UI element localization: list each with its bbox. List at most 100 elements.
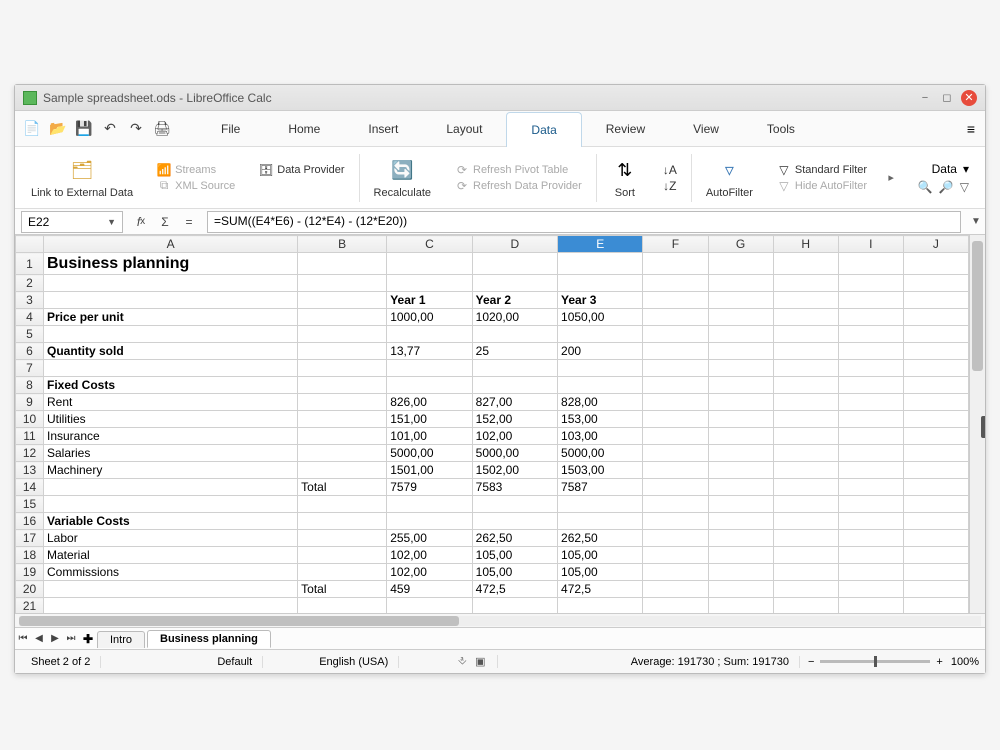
cell[interactable] [773, 326, 838, 343]
ribbon-link-to-external-data[interactable]: 🗂 Link to External Data [21, 147, 143, 208]
cell[interactable] [298, 462, 387, 479]
cell[interactable]: 103,00 [558, 428, 643, 445]
cell[interactable] [298, 530, 387, 547]
row-header[interactable]: 19 [16, 564, 44, 581]
cell[interactable] [708, 360, 773, 377]
cell[interactable] [838, 292, 903, 309]
status-style[interactable]: Default [207, 656, 263, 668]
ribbon-sort-asc[interactable]: ↓A [663, 163, 677, 177]
cell[interactable]: Year 1 [387, 292, 472, 309]
cell[interactable] [387, 513, 472, 530]
cell[interactable] [558, 253, 643, 275]
cell[interactable] [903, 394, 968, 411]
sheet-tab[interactable]: Intro [97, 631, 145, 648]
column-header[interactable]: E [558, 236, 643, 253]
cell[interactable]: 5000,00 [558, 445, 643, 462]
menu-tab-home[interactable]: Home [264, 111, 344, 146]
cell[interactable] [708, 496, 773, 513]
row-header[interactable]: 18 [16, 547, 44, 564]
cell[interactable] [708, 428, 773, 445]
cell[interactable] [643, 326, 708, 343]
ribbon-data-provider[interactable]: 🗄Data Provider [259, 163, 344, 177]
cell[interactable]: 151,00 [387, 411, 472, 428]
cell[interactable]: 102,00 [472, 428, 557, 445]
select-all-corner[interactable] [16, 236, 44, 253]
new-doc-icon[interactable]: 📄 [21, 118, 43, 140]
cell[interactable]: 105,00 [472, 547, 557, 564]
cell[interactable]: 1050,00 [558, 309, 643, 326]
cell[interactable] [643, 377, 708, 394]
cell[interactable] [903, 445, 968, 462]
zoom-percent[interactable]: 100% [951, 656, 979, 668]
hamburger-menu-icon[interactable]: ≡ [963, 121, 979, 137]
cell[interactable]: Total [298, 479, 387, 496]
cell[interactable]: Year 3 [558, 292, 643, 309]
cell[interactable]: 13,77 [387, 343, 472, 360]
cell[interactable]: 472,5 [558, 581, 643, 598]
cell[interactable] [643, 598, 708, 614]
cell[interactable]: 1503,00 [558, 462, 643, 479]
cell[interactable] [903, 275, 968, 292]
cell[interactable] [838, 530, 903, 547]
cell[interactable] [44, 275, 298, 292]
cell[interactable] [472, 253, 557, 275]
row-header[interactable]: 7 [16, 360, 44, 377]
cell[interactable] [387, 326, 472, 343]
cell[interactable] [298, 564, 387, 581]
cell[interactable] [298, 377, 387, 394]
cell[interactable] [387, 360, 472, 377]
cell[interactable] [298, 547, 387, 564]
column-header[interactable]: F [643, 236, 708, 253]
cell[interactable] [708, 309, 773, 326]
cell[interactable]: 102,00 [387, 547, 472, 564]
cell[interactable]: 5000,00 [387, 445, 472, 462]
cell[interactable] [838, 253, 903, 275]
cell[interactable] [387, 496, 472, 513]
cell[interactable] [838, 462, 903, 479]
cell[interactable]: 105,00 [472, 564, 557, 581]
cell[interactable] [708, 462, 773, 479]
formula-input[interactable]: =SUM((E4*E6) - (12*E4) - (12*E20)) [207, 211, 961, 233]
cell[interactable]: 105,00 [558, 564, 643, 581]
cell[interactable] [472, 377, 557, 394]
cell[interactable] [708, 547, 773, 564]
cell[interactable] [708, 530, 773, 547]
cell[interactable]: 1502,00 [472, 462, 557, 479]
cell[interactable]: Commissions [44, 564, 298, 581]
column-header[interactable]: I [838, 236, 903, 253]
cell[interactable] [903, 564, 968, 581]
redo-icon[interactable]: ↷ [125, 118, 147, 140]
row-header[interactable]: 20 [16, 581, 44, 598]
new-sheet-button[interactable]: ✚ [79, 632, 97, 646]
row-header[interactable]: 8 [16, 377, 44, 394]
cell[interactable] [773, 428, 838, 445]
cell[interactable]: Salaries [44, 445, 298, 462]
ribbon-group-dropdown[interactable]: Data▾ [932, 162, 969, 176]
cell[interactable] [773, 530, 838, 547]
cell[interactable]: 152,00 [472, 411, 557, 428]
cell[interactable] [773, 513, 838, 530]
ribbon-recalculate[interactable]: 🔄 Recalculate [364, 147, 441, 208]
cell[interactable] [643, 547, 708, 564]
row-header[interactable]: 21 [16, 598, 44, 614]
column-header[interactable]: C [387, 236, 472, 253]
column-header[interactable]: B [298, 236, 387, 253]
cell[interactable] [773, 343, 838, 360]
cell[interactable] [643, 292, 708, 309]
zoom-out-button[interactable]: − [808, 656, 814, 668]
cell[interactable] [903, 547, 968, 564]
row-header[interactable]: 4 [16, 309, 44, 326]
cell[interactable]: Fixed Costs [44, 377, 298, 394]
row-header[interactable]: 12 [16, 445, 44, 462]
tab-prev-icon[interactable]: ◀ [31, 633, 47, 644]
cell[interactable]: 101,00 [387, 428, 472, 445]
cell[interactable] [773, 360, 838, 377]
sum-button[interactable]: Σ [153, 211, 177, 233]
open-icon[interactable]: 📂 [47, 118, 69, 140]
cell[interactable] [838, 547, 903, 564]
cell[interactable] [708, 326, 773, 343]
cell[interactable] [773, 479, 838, 496]
status-language[interactable]: English (USA) [309, 656, 399, 668]
cell[interactable] [708, 564, 773, 581]
cell[interactable] [708, 479, 773, 496]
